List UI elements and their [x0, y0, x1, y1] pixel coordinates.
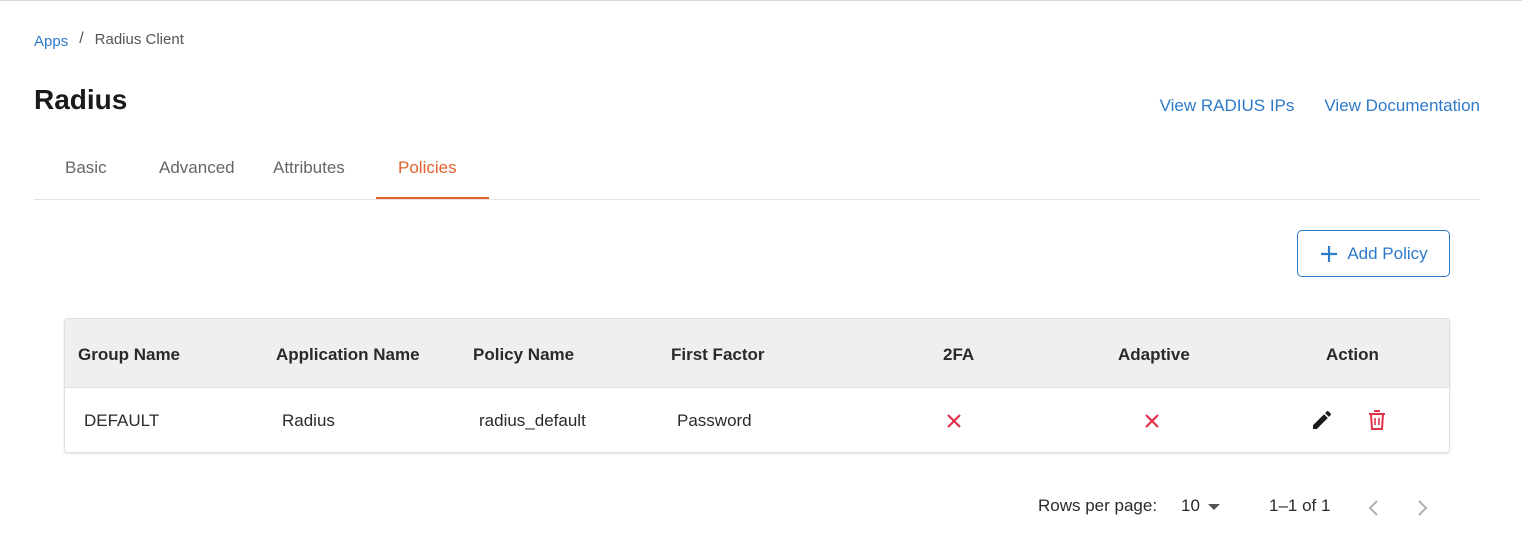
- add-policy-button[interactable]: Add Policy: [1297, 230, 1450, 277]
- caret-down-icon: [1207, 504, 1220, 510]
- pencil-icon[interactable]: [1310, 408, 1334, 432]
- cell-policy-name: radius_default: [479, 411, 586, 430]
- top-divider: [0, 0, 1522, 1]
- column-header-group-name: Group Name: [78, 345, 181, 364]
- pagination: Rows per page: 10 1–1 of 1: [0, 496, 1522, 520]
- breadcrumb-separator: /: [79, 30, 84, 47]
- plus-icon: [1321, 245, 1338, 262]
- breadcrumb-apps-link[interactable]: Apps: [34, 33, 68, 50]
- active-tab-indicator: [376, 197, 489, 199]
- view-documentation-link[interactable]: View Documentation: [1324, 96, 1480, 116]
- tab-advanced[interactable]: Advanced: [159, 158, 235, 178]
- close-icon: [1145, 414, 1159, 428]
- rows-per-page-select[interactable]: 10: [1181, 496, 1220, 516]
- breadcrumb-current: Radius Client: [94, 30, 184, 48]
- policies-table: Group Name Application Name Policy Name …: [64, 318, 1450, 453]
- column-header-application-name: Application Name: [276, 345, 420, 364]
- column-header-action: Action: [1326, 345, 1379, 364]
- cell-application-name: Radius: [282, 411, 335, 430]
- rows-per-page-label: Rows per page:: [1038, 496, 1158, 515]
- trash-icon[interactable]: [1365, 408, 1389, 432]
- chevron-right-icon[interactable]: [1410, 496, 1434, 520]
- cell-first-factor: Password: [677, 411, 752, 430]
- column-header-2fa: 2FA: [943, 345, 975, 364]
- column-header-policy-name: Policy Name: [473, 345, 575, 364]
- header-links: View RADIUS IPs View Documentation: [1160, 96, 1480, 116]
- rows-per-page-value: 10: [1181, 496, 1200, 515]
- page-title: Radius: [34, 84, 128, 115]
- column-header-first-factor: First Factor: [671, 345, 765, 364]
- table-row: DEFAULT Radius radius_default Password: [65, 388, 1449, 452]
- column-header-adaptive: Adaptive: [1118, 345, 1190, 364]
- breadcrumb: Apps / Radius Client: [34, 30, 184, 50]
- tab-bar: Basic Advanced Attributes Policies: [34, 146, 1480, 200]
- close-icon: [947, 414, 961, 428]
- pagination-range: 1–1 of 1: [1269, 496, 1331, 515]
- chevron-left-icon[interactable]: [1362, 496, 1386, 520]
- tab-attributes[interactable]: Attributes: [273, 158, 345, 178]
- cell-group-name: DEFAULT: [84, 411, 160, 430]
- tab-basic[interactable]: Basic: [65, 158, 107, 178]
- tab-policies[interactable]: Policies: [398, 158, 457, 178]
- view-radius-ips-link[interactable]: View RADIUS IPs: [1160, 96, 1295, 116]
- table-header: Group Name Application Name Policy Name …: [65, 319, 1449, 388]
- add-policy-label: Add Policy: [1347, 243, 1428, 263]
